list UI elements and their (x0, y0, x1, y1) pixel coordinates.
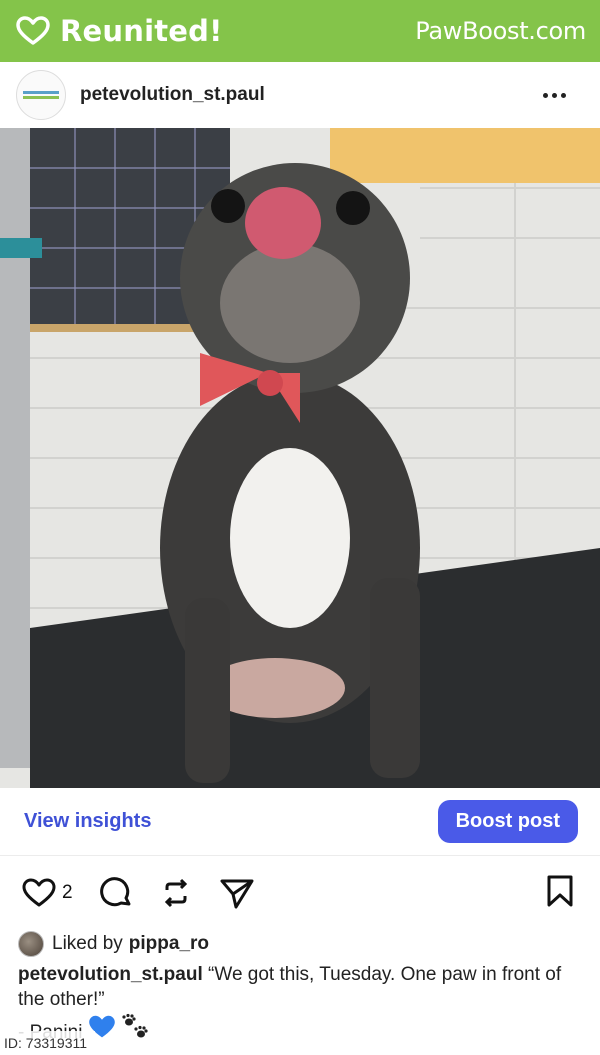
boost-post-button[interactable]: Boost post (437, 800, 578, 843)
repost-action[interactable] (159, 876, 193, 910)
post-photo[interactable] (0, 128, 600, 788)
post-caption: petevolution_st.paul “We got this, Tuesd… (18, 962, 588, 1012)
send-icon[interactable] (219, 876, 255, 910)
view-insights-link[interactable]: View insights (24, 810, 151, 833)
paw-prints-icon (122, 1013, 149, 1038)
heart-outline-icon (16, 16, 50, 45)
pawboost-id-label: ID: 73319311 (0, 1031, 96, 1055)
banner-title: Reunited! (60, 14, 223, 48)
liked-by-user[interactable]: pippa_ro (129, 933, 209, 955)
post-actions: 2 (0, 866, 600, 920)
repost-icon[interactable] (159, 876, 193, 910)
like-action[interactable]: 2 (22, 878, 73, 908)
comment-action[interactable] (99, 876, 133, 910)
brand-link[interactable]: PawBoost.com (415, 17, 586, 45)
like-count: 2 (62, 882, 73, 903)
bookmark-icon[interactable] (546, 874, 574, 908)
save-action[interactable] (546, 874, 574, 913)
post-header: petevolution_st.paul (0, 62, 600, 128)
reunited-banner: Reunited! PawBoost.com (0, 0, 600, 62)
banner-left: Reunited! (16, 14, 223, 48)
insights-row: View insights Boost post (0, 788, 600, 856)
petevolution-logo-icon[interactable] (16, 70, 66, 120)
liked-by: Liked by pippa_ro (18, 930, 209, 958)
comment-icon[interactable] (99, 876, 133, 910)
heart-icon[interactable] (22, 878, 56, 908)
send-action[interactable] (219, 876, 255, 910)
caption-username[interactable]: petevolution_st.paul (18, 964, 203, 985)
post-username[interactable]: petevolution_st.paul (80, 84, 265, 106)
liker-avatar[interactable] (18, 931, 44, 957)
liked-by-prefix: Liked by (52, 933, 123, 954)
more-dots-icon[interactable] (543, 92, 566, 98)
